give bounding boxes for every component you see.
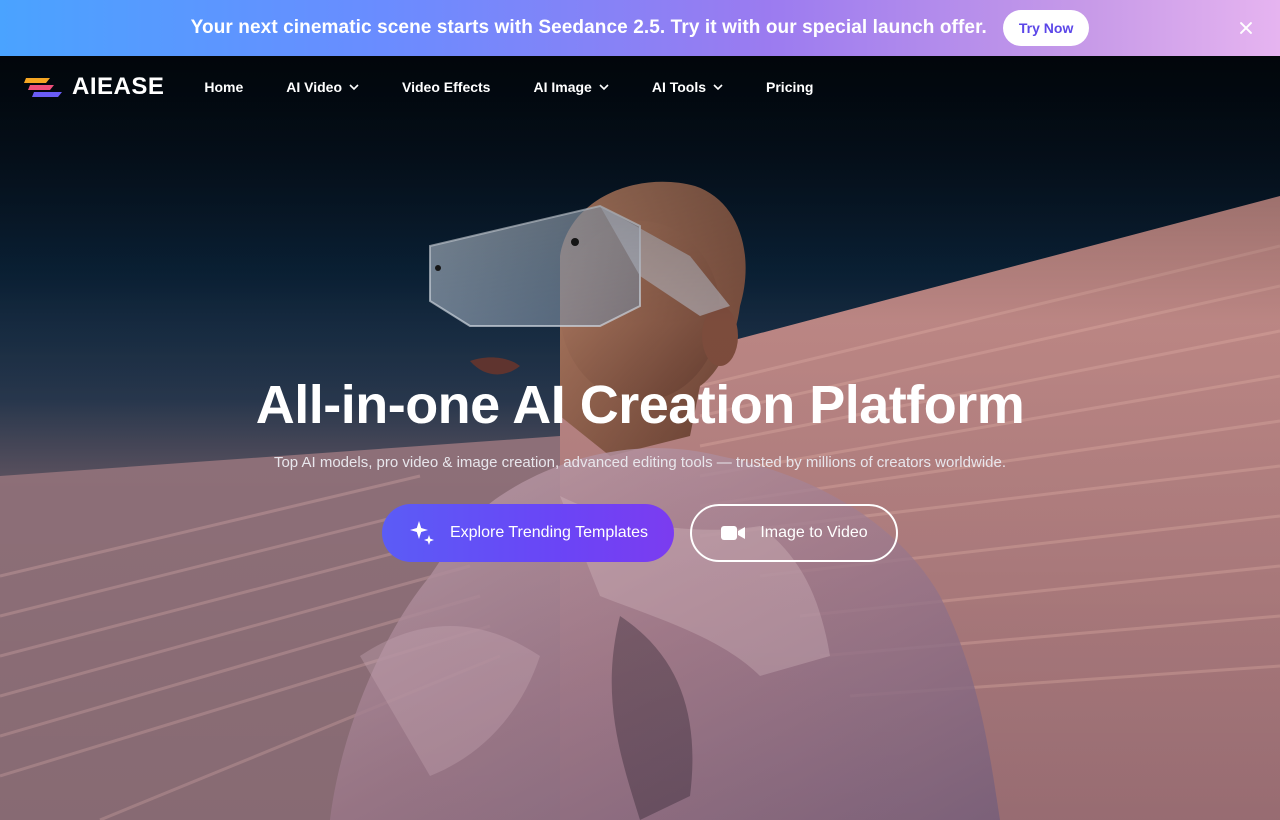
nav-label: Video Effects (402, 79, 491, 95)
hero-title: All-in-one AI Creation Platform (255, 375, 1025, 435)
brand-name: AIEASE (72, 73, 165, 100)
nav-label: AI Tools (651, 79, 707, 95)
nav-ai-tools[interactable]: AI Tools (652, 79, 723, 95)
hero-content: All-in-one AI Creation Platform Top AI m… (0, 370, 1280, 471)
promo-text: Your next cinematic scene starts with Se… (190, 17, 987, 38)
sparkle-icon (408, 519, 436, 547)
image-to-video-label: Image to Video (760, 524, 868, 541)
video-camera-icon (720, 523, 746, 543)
chevron-down-icon (349, 84, 359, 91)
image-to-video-button[interactable]: Image to Video (690, 504, 898, 562)
close-icon[interactable] (1234, 16, 1258, 40)
hero-cta-row: Explore Trending Templates Image to Vide… (0, 504, 1280, 562)
try-now-button[interactable]: Try Now (1002, 10, 1090, 46)
nav-label: AI Image (533, 79, 592, 95)
nav-pricing[interactable]: Pricing (766, 79, 813, 95)
nav-label: AI Video (286, 79, 343, 95)
nav-video-effects[interactable]: Video Effects (402, 79, 490, 95)
aiease-logo-icon (24, 78, 62, 97)
hero-subtitle: Top AI models, pro video & image creatio… (273, 454, 1007, 471)
main-navbar: AIEASE Home AI Video Video Effects AI Im… (0, 56, 1280, 118)
chevron-down-icon (599, 84, 609, 91)
chevron-down-icon (713, 84, 723, 91)
nav-label: Home (204, 79, 244, 95)
explore-templates-label: Explore Trending Templates (449, 524, 649, 541)
nav-label: Pricing (766, 79, 814, 95)
nav-ai-image[interactable]: AI Image (533, 79, 609, 95)
brand-logo[interactable]: AIEASE (24, 73, 164, 101)
nav-ai-video[interactable]: AI Video (286, 79, 359, 95)
explore-templates-button[interactable]: Explore Trending Templates (382, 504, 674, 562)
promo-banner: Your next cinematic scene starts with Se… (0, 0, 1280, 56)
nav-home[interactable]: Home (204, 79, 243, 95)
